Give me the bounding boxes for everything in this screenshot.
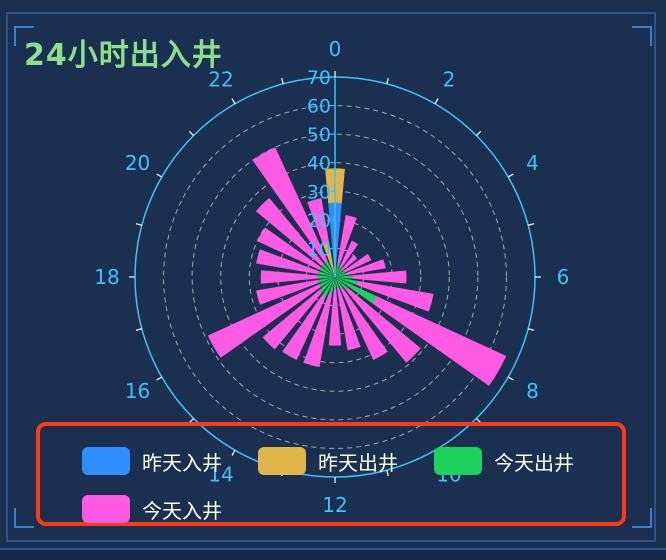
angle-tick-label: 18 xyxy=(94,265,119,289)
radius-tick-label: 50 xyxy=(307,124,331,146)
angle-tick-label: 20 xyxy=(125,151,150,175)
angle-tick-label: 0 xyxy=(329,37,342,61)
angle-tick-label: 8 xyxy=(526,379,539,403)
bar-segment xyxy=(335,275,353,279)
legend-label: 昨天出井 xyxy=(318,450,398,475)
angle-tick xyxy=(188,130,195,137)
angle-tick-label: 2 xyxy=(443,68,456,92)
legend-item-today-in[interactable]: 今天入井 xyxy=(82,494,222,524)
radius-tick-label: 40 xyxy=(307,153,331,175)
legend-swatch xyxy=(434,447,482,475)
angle-tick-label: 6 xyxy=(557,265,570,289)
legend-swatch xyxy=(82,447,130,475)
angle-tick xyxy=(507,376,514,381)
legend-item-yesterday-out[interactable]: 昨天出井 xyxy=(258,446,398,476)
radius-tick-label: 70 xyxy=(307,67,331,89)
angle-tick xyxy=(507,173,514,178)
radius-tick-label: 10 xyxy=(307,238,331,260)
legend-label: 今天入井 xyxy=(142,498,222,523)
legend-label: 今天出井 xyxy=(494,450,574,475)
angle-tick-label: 16 xyxy=(125,379,150,403)
legend-item-today-out[interactable]: 今天出井 xyxy=(434,446,574,476)
bar-segment xyxy=(317,275,335,279)
angle-tick xyxy=(156,173,163,178)
radius-tick-label: 20 xyxy=(307,210,331,232)
chart-title: 24小时出入井 xyxy=(24,38,223,73)
legend-swatch xyxy=(258,447,306,475)
angle-tick xyxy=(231,98,236,105)
legend-item-yesterday-in[interactable]: 昨天入井 xyxy=(82,446,222,476)
angle-tick xyxy=(135,223,142,226)
bar-segment xyxy=(333,277,337,289)
angle-tick xyxy=(135,328,142,331)
angle-tick xyxy=(475,130,482,137)
angle-tick-label: 4 xyxy=(526,151,539,175)
legend-label: 昨天入井 xyxy=(142,450,222,475)
angle-tick xyxy=(156,376,163,381)
angle-tick xyxy=(386,77,389,84)
legend-swatch xyxy=(82,495,130,523)
angle-tick xyxy=(528,328,535,331)
legend: 昨天入井 昨天出井 今天出井 今天入井 xyxy=(36,422,626,526)
angle-tick xyxy=(281,77,284,84)
radius-tick-label: 60 xyxy=(307,96,331,118)
angle-tick xyxy=(434,98,439,105)
angle-tick xyxy=(528,223,535,226)
radius-tick-label: 30 xyxy=(307,181,331,203)
